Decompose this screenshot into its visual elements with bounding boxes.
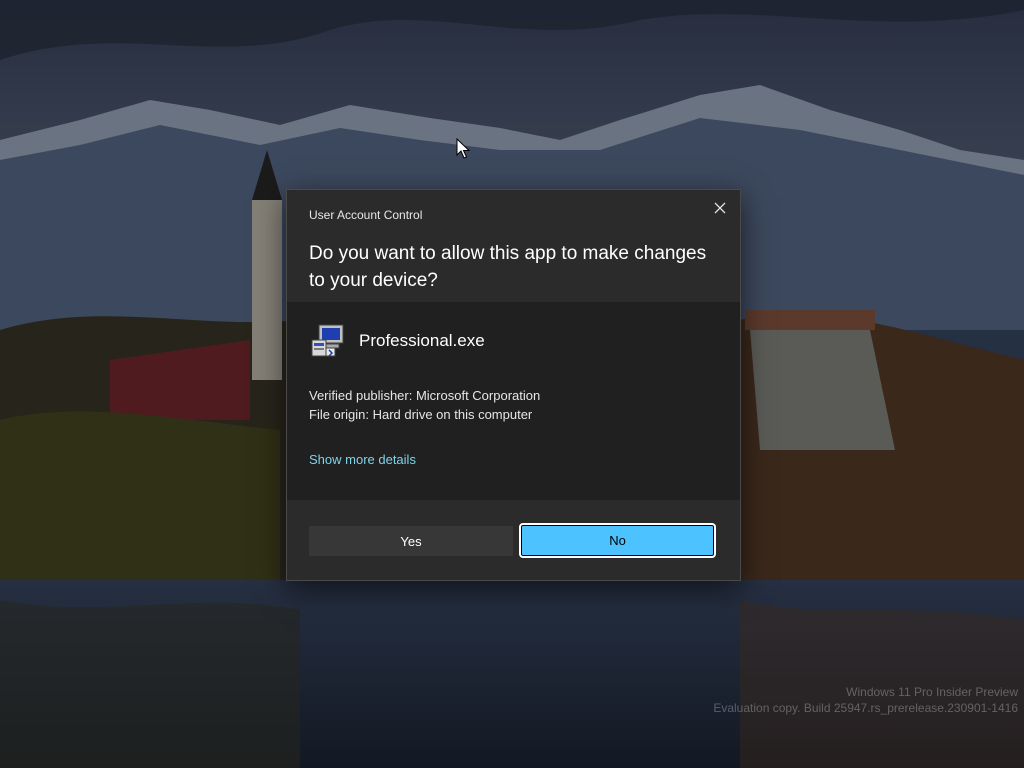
- file-origin-text: File origin: Hard drive on this computer: [309, 407, 533, 422]
- app-info: Verified publisher: Microsoft Corporatio…: [309, 386, 540, 424]
- close-button[interactable]: [708, 196, 732, 220]
- mouse-pointer-icon: [456, 138, 470, 159]
- app-row: Professional.exe: [309, 322, 485, 360]
- uac-dialog: User Account Control Do you want to allo…: [286, 189, 741, 581]
- no-button[interactable]: No: [519, 523, 716, 558]
- windows-watermark: Windows 11 Pro Insider Preview Evaluatio…: [713, 684, 1018, 716]
- dialog-question: Do you want to allow this app to make ch…: [309, 243, 707, 291]
- installer-app-icon: [311, 324, 344, 357]
- close-icon: [714, 202, 726, 214]
- uac-body: Professional.exe Verified publisher: Mic…: [287, 302, 740, 500]
- dialog-caption: User Account Control: [309, 208, 423, 222]
- watermark-line-1: Windows 11 Pro Insider Preview: [846, 685, 1018, 699]
- yes-button[interactable]: Yes: [309, 526, 513, 556]
- publisher-text: Verified publisher: Microsoft Corporatio…: [309, 388, 541, 403]
- app-name: Professional.exe: [359, 331, 485, 350]
- uac-footer: Yes No: [287, 500, 740, 580]
- uac-header: User Account Control Do you want to allo…: [287, 190, 740, 302]
- show-more-details-link[interactable]: Show more details: [309, 452, 416, 467]
- watermark-line-2: Evaluation copy. Build 25947.rs_prerelea…: [713, 701, 1018, 715]
